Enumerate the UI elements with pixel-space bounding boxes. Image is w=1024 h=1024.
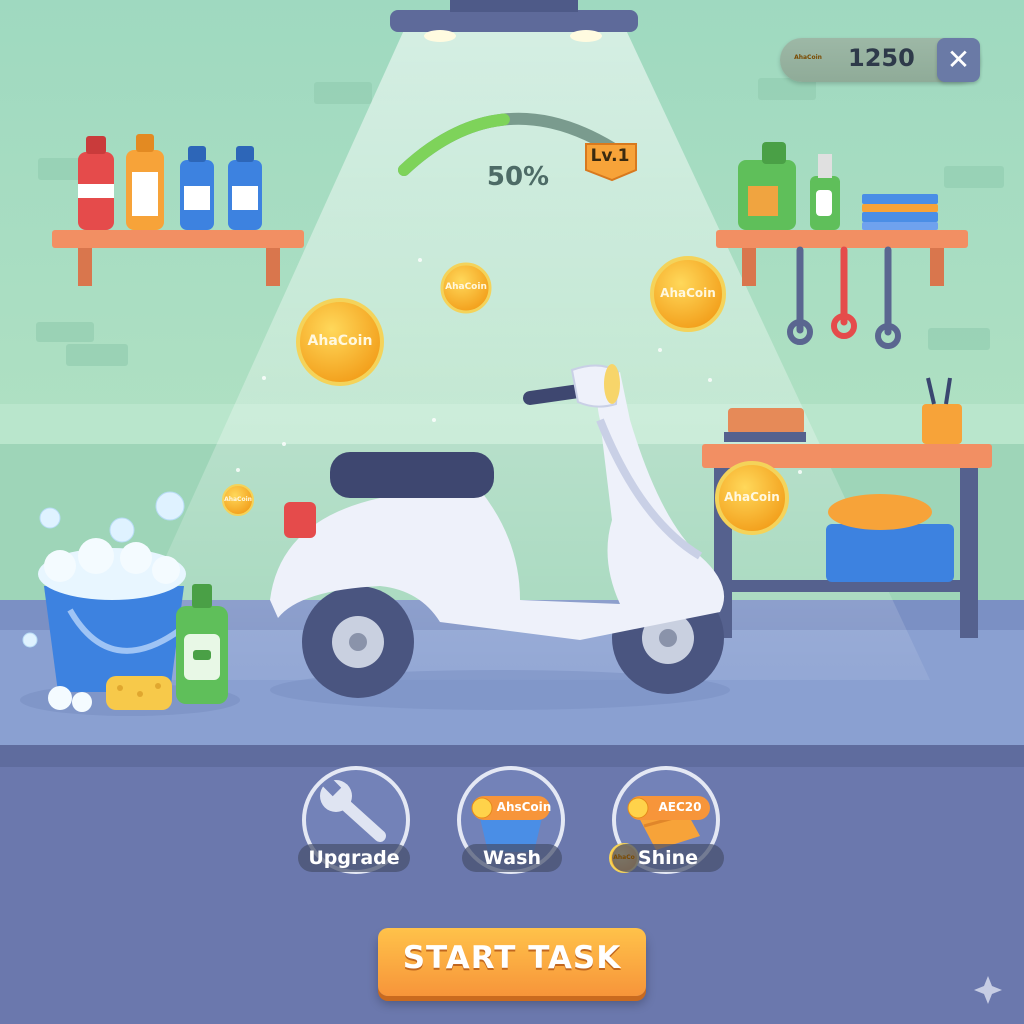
coin-count: 1250	[848, 44, 915, 72]
close-button[interactable]: ✕	[937, 38, 980, 82]
level-label: Lv.1	[590, 146, 630, 166]
wash-label: Wash	[462, 844, 562, 872]
ceiling-lamp	[390, 10, 638, 32]
progress-percent: 50%	[486, 162, 550, 192]
start-task-label: START TASK	[402, 940, 622, 976]
upgrade-label: Upgrade	[298, 844, 410, 872]
shine-label: Shine	[612, 844, 724, 872]
